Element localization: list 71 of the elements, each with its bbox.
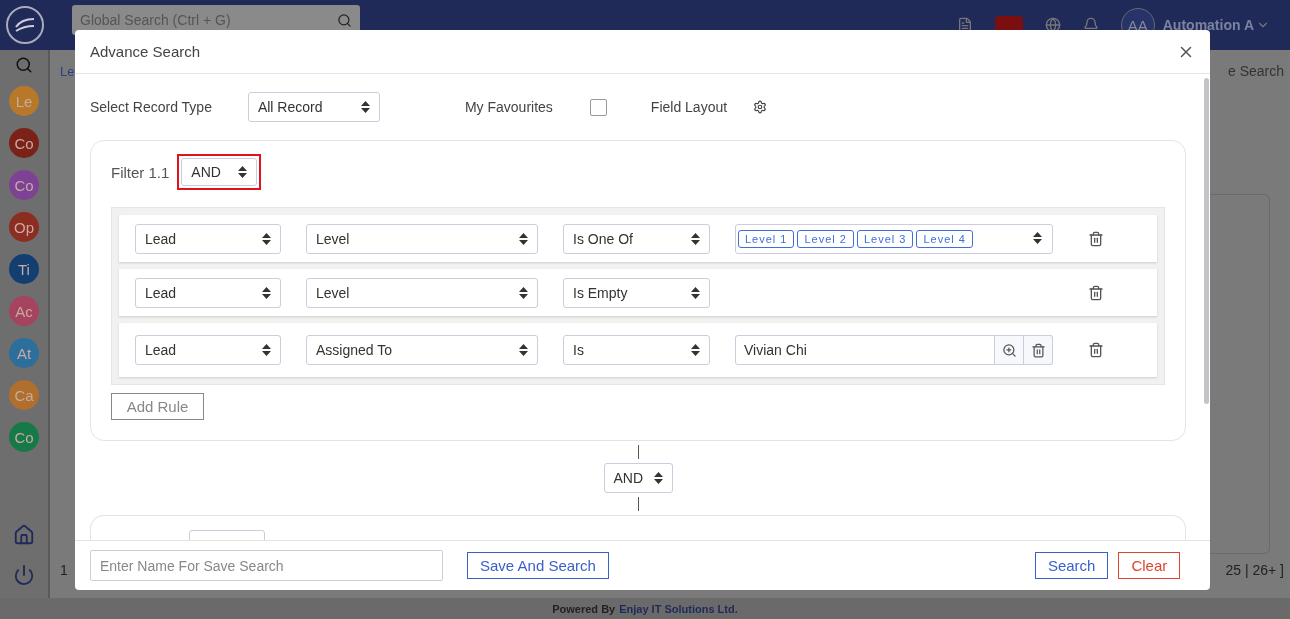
level-tag: Level 1 — [738, 229, 795, 248]
module-avatar[interactable]: Co — [9, 128, 39, 158]
record-type-label: Select Record Type — [90, 99, 212, 115]
settings-icon[interactable] — [753, 100, 768, 114]
search-icon[interactable] — [15, 56, 33, 74]
level-tag: Level 2 — [797, 229, 854, 248]
condition-select[interactable]: Is Empty — [563, 277, 710, 308]
pager-pages[interactable]: 25 | 26+ ] — [1225, 562, 1284, 578]
logo-icon[interactable] — [6, 6, 44, 44]
zoom-in-button[interactable] — [995, 335, 1024, 365]
sort-icon — [262, 232, 271, 245]
delete-rule-button[interactable] — [1088, 342, 1104, 358]
trash-icon — [1030, 342, 1046, 358]
field-select[interactable]: Level — [306, 277, 538, 308]
favourites-checkbox[interactable] — [589, 98, 607, 116]
sort-icon — [691, 232, 700, 245]
powered-by-text: Powered By — [552, 602, 616, 615]
module-select[interactable]: Lead — [135, 223, 281, 254]
level-tag: Level 3 — [856, 229, 914, 248]
document-icon[interactable] — [956, 17, 973, 33]
company-link[interactable]: Enjay IT Solutions Ltd. — [619, 602, 738, 615]
power-icon[interactable] — [13, 564, 35, 586]
delete-rule-button[interactable] — [1088, 230, 1104, 247]
operator-select[interactable]: AND — [181, 158, 258, 186]
assignee-field[interactable]: Vivian Chi — [735, 335, 995, 365]
user-menu[interactable]: Automation A — [1162, 17, 1254, 33]
join-operator-select[interactable]: AND — [603, 463, 673, 493]
sort-icon — [238, 166, 248, 178]
sort-icon — [691, 344, 700, 356]
save-search-name-field[interactable]: Enter Name For Save Search — [90, 550, 443, 581]
search-icon — [337, 12, 352, 28]
multi-select[interactable]: Level 1 Level 2 Level 3 Level 4 — [735, 223, 1053, 254]
condition-select[interactable]: Is One Of — [563, 223, 710, 254]
module-avatar[interactable]: At — [9, 338, 39, 368]
module-avatar[interactable]: Ac — [9, 296, 39, 326]
sort-icon — [653, 472, 663, 484]
sort-label[interactable]: e Search — [1227, 63, 1284, 79]
sort-icon — [519, 232, 528, 245]
sort-icon — [691, 286, 700, 299]
add-rule-button[interactable]: Add Rule — [111, 393, 204, 420]
module-avatar[interactable]: Co — [9, 422, 39, 452]
home-icon[interactable] — [13, 524, 35, 546]
scrollbar[interactable] — [1204, 78, 1209, 404]
sort-icon — [262, 286, 271, 299]
field-select[interactable]: Level — [306, 223, 538, 254]
zoom-in-icon — [1001, 342, 1017, 358]
record-type-select[interactable]: All Record — [247, 92, 380, 122]
sort-icon — [519, 286, 528, 299]
module-select[interactable]: Lead — [135, 277, 281, 308]
favourites-label: My Favourites — [464, 99, 553, 115]
level-tag: Level 4 — [916, 229, 973, 248]
field-select[interactable]: Assigned To — [306, 335, 538, 365]
sort-icon — [519, 344, 528, 356]
search-button[interactable]: Search — [1034, 552, 1109, 579]
filter-label: Filter 1.1 — [111, 163, 170, 181]
sort-icon — [262, 344, 271, 356]
dialog-title: Advance Search — [90, 43, 201, 60]
module-avatar[interactable]: Ti — [9, 254, 39, 284]
condition-select[interactable]: Is — [563, 335, 710, 365]
field-layout-label: Field Layout — [650, 99, 728, 115]
trash-button[interactable] — [1024, 335, 1053, 365]
module-avatar[interactable]: Op — [9, 212, 39, 242]
module-avatar[interactable]: Co — [9, 170, 39, 200]
sort-icon — [1033, 231, 1042, 244]
sort-icon — [360, 101, 370, 113]
globe-icon[interactable] — [1044, 17, 1061, 33]
pager-text: 1 — [60, 562, 68, 578]
module-select[interactable]: Lead — [135, 335, 281, 365]
save-and-search-button[interactable]: Save And Search — [467, 552, 609, 579]
delete-rule-button[interactable] — [1088, 284, 1104, 301]
clear-button[interactable]: Clear — [1118, 552, 1181, 579]
